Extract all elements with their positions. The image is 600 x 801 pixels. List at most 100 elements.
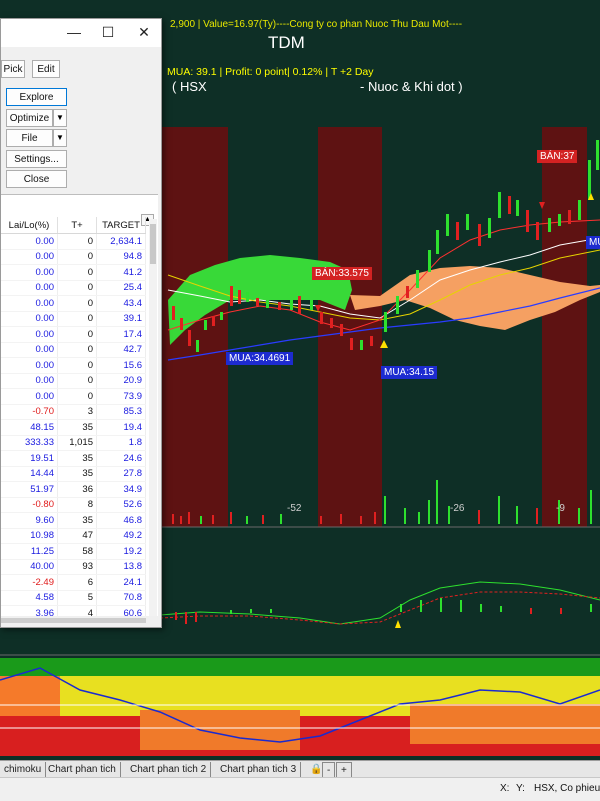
days-cell: 8 bbox=[57, 497, 97, 513]
table-row[interactable]: 0.00 0 25.4 bbox=[1, 280, 146, 296]
profit-cell: 11.25 bbox=[1, 543, 58, 560]
results-panel[interactable]: ▲ Lai/Lo(%) T+ TARGET 0.00 0 2,634.1 0.00 0 9… bbox=[1, 194, 158, 625]
target-cell: 24.6 bbox=[96, 450, 146, 467]
table-row[interactable]: 333.33 1,015 1.8 bbox=[1, 435, 146, 451]
buy-label: MU bbox=[586, 236, 600, 249]
close-icon[interactable]: ✕ bbox=[133, 22, 155, 42]
table-row[interactable]: 9.60 35 46.8 bbox=[1, 512, 146, 529]
table-row[interactable]: 19.51 35 24.6 bbox=[1, 450, 146, 467]
status-info: HSX, Co phieu, bbox=[534, 783, 600, 794]
minimize-icon[interactable]: — bbox=[63, 22, 85, 42]
profit-cell: -0.70 bbox=[1, 404, 58, 420]
table-row[interactable]: 14.44 35 27.8 bbox=[1, 466, 146, 482]
pick-button[interactable]: Pick bbox=[1, 60, 25, 78]
tab-chart-phan-tich-2[interactable]: Chart phan tich 2 bbox=[126, 762, 212, 777]
table-row[interactable]: 40.00 93 13.8 bbox=[1, 559, 146, 575]
profit-cell: 0.00 bbox=[1, 249, 58, 265]
indicator-band-green bbox=[0, 658, 600, 676]
table-row[interactable]: 0.00 0 20.9 bbox=[1, 373, 146, 389]
table-row[interactable]: -0.80 8 52.6 bbox=[1, 497, 146, 513]
profit-cell: 10.98 bbox=[1, 528, 58, 544]
tab-chart-phan-tich-3[interactable]: Chart phan tich 3 bbox=[216, 762, 302, 777]
candles bbox=[172, 140, 599, 352]
signal-line: MUA: 39.1 | Profit: 0 point| 0.12% | T +… bbox=[167, 66, 374, 78]
days-cell: 0 bbox=[57, 295, 97, 312]
column-header[interactable]: TARGET bbox=[96, 217, 146, 234]
buy-arrow-icon bbox=[395, 620, 401, 628]
buy-label: MUA:34.15 bbox=[381, 366, 438, 379]
results-table[interactable]: Lai/Lo(%) T+ TARGET 0.00 0 2,634.1 0.00 0 94.… bbox=[1, 217, 146, 625]
table-row[interactable]: 11.25 58 19.2 bbox=[1, 543, 146, 560]
target-cell: 1.8 bbox=[96, 435, 146, 451]
table-row[interactable]: 0.00 0 73.9 bbox=[1, 388, 146, 405]
edit-button[interactable]: Edit bbox=[32, 60, 60, 78]
days-cell: 47 bbox=[57, 528, 97, 544]
profit-cell: 0.00 bbox=[1, 295, 58, 312]
tab-bar[interactable]: chimoku Chart phan tich Chart phan tich … bbox=[0, 760, 600, 779]
table-row[interactable]: 10.98 47 49.2 bbox=[1, 528, 146, 544]
target-cell: 73.9 bbox=[96, 388, 146, 405]
header-info-line: 2,900 | Value=16.97(Ty)----Cong ty co ph… bbox=[170, 19, 463, 30]
profit-cell: 0.00 bbox=[1, 388, 58, 405]
sell-label: BÁN:33.575 bbox=[312, 267, 372, 280]
maximize-icon[interactable]: ☐ bbox=[97, 22, 119, 42]
status-bar: X: Y: HSX, Co phieu, bbox=[0, 777, 600, 801]
explore-button[interactable]: Explore bbox=[6, 88, 67, 106]
table-row[interactable]: -0.70 3 85.3 bbox=[1, 404, 146, 420]
table-row[interactable]: -2.49 6 24.1 bbox=[1, 574, 146, 591]
table-row[interactable]: 0.00 0 2,634.1 bbox=[1, 233, 146, 250]
settings-button[interactable]: Settings... bbox=[6, 150, 67, 168]
days-cell: 35 bbox=[57, 512, 97, 529]
table-row[interactable]: 0.00 0 42.7 bbox=[1, 342, 146, 358]
volume-marker: -52 bbox=[287, 503, 302, 514]
profit-cell: 19.51 bbox=[1, 450, 58, 467]
days-cell: 0 bbox=[57, 264, 97, 281]
file-dropdown-icon[interactable]: ▼ bbox=[53, 129, 67, 147]
sell-label: BÁN:37 bbox=[537, 150, 578, 163]
target-cell: 46.8 bbox=[96, 512, 146, 529]
target-cell: 17.4 bbox=[96, 326, 146, 343]
table-row[interactable]: 0.00 0 15.6 bbox=[1, 357, 146, 374]
profit-cell: 0.00 bbox=[1, 326, 58, 343]
scroll-thumb[interactable] bbox=[150, 224, 156, 264]
explorer-window[interactable]: — ☐ ✕ Pick Edit Explore Optimize ▼ File … bbox=[0, 18, 162, 628]
table-row[interactable]: 0.00 0 94.8 bbox=[1, 249, 146, 265]
days-cell: 36 bbox=[57, 481, 97, 498]
profit-cell: 0.00 bbox=[1, 342, 58, 358]
tab-chart-phan-tich[interactable]: Chart phan tich bbox=[44, 762, 121, 777]
tab-ichimoku[interactable]: chimoku bbox=[0, 762, 47, 777]
column-header[interactable]: Lai/Lo(%) bbox=[1, 217, 58, 234]
vertical-scrollbar[interactable] bbox=[149, 219, 157, 619]
window-titlebar[interactable]: — ☐ ✕ bbox=[1, 19, 161, 47]
column-header[interactable]: T+ bbox=[57, 217, 97, 234]
table-row[interactable]: 51.97 36 34.9 bbox=[1, 481, 146, 498]
table-row[interactable]: 4.58 5 70.8 bbox=[1, 590, 146, 606]
target-cell: 13.8 bbox=[96, 559, 146, 575]
table-row[interactable]: 0.00 0 43.4 bbox=[1, 295, 146, 312]
exchange-label: ( HSX bbox=[172, 79, 207, 94]
days-cell: 58 bbox=[57, 543, 97, 560]
table-row[interactable]: 0.00 0 39.1 bbox=[1, 311, 146, 327]
optimize-dropdown-icon[interactable]: ▼ bbox=[53, 109, 67, 127]
file-button[interactable]: File bbox=[6, 129, 53, 147]
sell-zone bbox=[542, 127, 587, 527]
days-cell: 0 bbox=[57, 280, 97, 296]
target-cell: 52.6 bbox=[96, 497, 146, 513]
status-x: X: bbox=[500, 783, 510, 794]
target-cell: 24.1 bbox=[96, 574, 146, 591]
profit-cell: 0.00 bbox=[1, 373, 58, 389]
close-button[interactable]: Close bbox=[6, 170, 67, 188]
target-cell: 94.8 bbox=[96, 249, 146, 265]
table-row[interactable]: 0.00 0 41.2 bbox=[1, 264, 146, 281]
target-cell: 39.1 bbox=[96, 311, 146, 327]
ticker-title: TDM bbox=[268, 33, 305, 52]
table-row[interactable]: 0.00 0 17.4 bbox=[1, 326, 146, 343]
profit-cell: 0.00 bbox=[1, 233, 58, 250]
target-cell: 41.2 bbox=[96, 264, 146, 281]
days-cell: 6 bbox=[57, 574, 97, 591]
horizontal-scrollbar[interactable] bbox=[1, 616, 158, 625]
volume-marker: -26 bbox=[450, 503, 465, 514]
scroll-thumb[interactable] bbox=[1, 618, 146, 623]
optimize-button[interactable]: Optimize bbox=[6, 109, 53, 127]
table-row[interactable]: 48.15 35 19.4 bbox=[1, 419, 146, 436]
